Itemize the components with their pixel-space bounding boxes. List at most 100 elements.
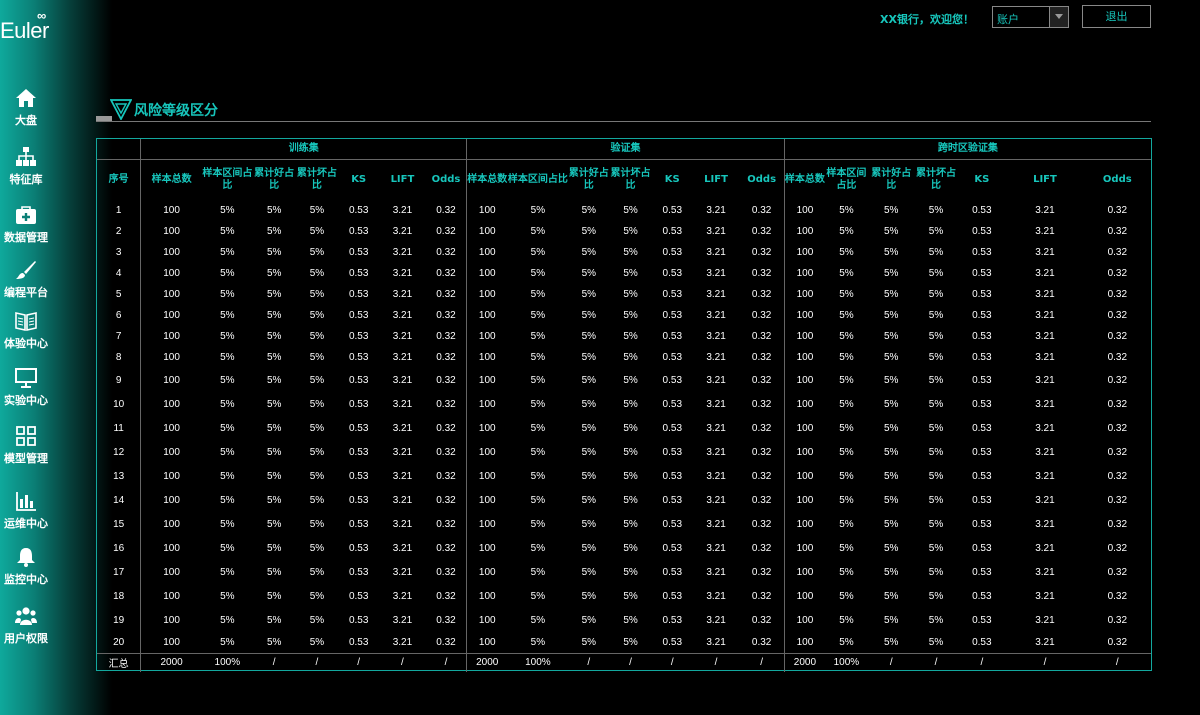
account-select-toggle[interactable] [1049, 7, 1068, 27]
table-cell: 5% [928, 205, 944, 216]
nav-item-data-management[interactable]: 数据管理 [0, 205, 52, 245]
nav-item-dashboard[interactable]: 大盘 [0, 88, 52, 128]
table-cell: 100 [466, 584, 508, 608]
table-cell: 0.32 [751, 566, 772, 578]
app-logo[interactable]: Euler ∞ [0, 8, 60, 44]
table-cell: 100 [466, 536, 508, 560]
nav-item-user-permissions[interactable]: 用户权限 [0, 606, 52, 646]
table-cell: 0.53 [662, 226, 683, 237]
table-cell: 100 [466, 263, 508, 284]
table-cell: 100 [466, 632, 508, 653]
summary-cell: / [568, 652, 610, 672]
table-cell: 3.21 [1035, 446, 1055, 458]
table-cell: 0.32 [436, 352, 456, 363]
table-cell: 100 [783, 488, 826, 512]
table-cell: 100 [783, 263, 826, 284]
table-cell: 3.21 [392, 205, 413, 216]
table-cell: 5% [581, 614, 597, 626]
table-cell: 5% [928, 289, 944, 300]
table-cell: 3.21 [392, 352, 413, 363]
nav-item-ops-center[interactable]: 运维中心 [0, 491, 52, 531]
table-cell: 5% [309, 310, 325, 321]
table-row: 3 100 5% 5% 5% 0.53 3.21 0.32 100 5% 5% 5% 0.53 3.21 0… [97, 242, 1151, 263]
table-cell: 5% [883, 352, 899, 363]
nav-item-feature-library[interactable]: 特征库 [0, 147, 52, 187]
group-header-blank [97, 139, 141, 160]
table-cell: 3.21 [706, 398, 726, 410]
table-cell: 5% [220, 422, 235, 434]
table-cell: 0.32 [436, 422, 456, 434]
table-cell: 100 [466, 512, 508, 536]
table-cell: 0.32 [436, 310, 456, 321]
table-cell: 3.21 [706, 518, 726, 530]
table-cell: 100 [140, 392, 202, 416]
nav-item-monitor-center[interactable]: 监控中心 [0, 547, 52, 587]
table-cell: 5% [928, 422, 944, 434]
table-row: 17 100 5% 5% 5% 0.53 3.21 0.32 100 5% 5% 5% 0.53 3.21… [97, 560, 1151, 584]
table-cell: 0.53 [348, 614, 369, 626]
table-cell: 5% [883, 518, 899, 530]
row-index-cell: 9 [115, 374, 122, 386]
table-cell: 5% [581, 590, 597, 602]
nav-item-model-management[interactable]: 模型管理 [0, 426, 52, 466]
table-cell: 5% [220, 518, 235, 530]
nav-item-lab-center[interactable]: 实验中心 [0, 368, 52, 408]
table-cell: 100 [466, 305, 508, 326]
table-cell: 0.32 [436, 226, 456, 237]
table-cell: 0.32 [436, 518, 456, 530]
table-cell: 5% [309, 352, 325, 363]
summary-cell: / [1083, 652, 1151, 672]
table-cell: 0.32 [1107, 542, 1128, 554]
table-cell: 5% [839, 374, 854, 386]
medkit-icon [16, 206, 36, 224]
table-cell: 0.32 [751, 446, 772, 458]
table-cell: 100 [783, 440, 826, 464]
table-cell: 5% [623, 470, 638, 482]
column-header: 累计坏占比 [296, 167, 337, 191]
nav-item-programming-platform[interactable]: 编程平台 [0, 260, 52, 300]
column-header: 样本区间占比 [507, 173, 568, 185]
table-cell: 5% [581, 331, 597, 342]
table-cell: 3.21 [706, 268, 726, 279]
table-cell: 5% [266, 446, 282, 458]
table-cell: 0.53 [662, 352, 683, 363]
table-cell: 5% [883, 494, 899, 506]
account-select[interactable]: 账户 [992, 6, 1069, 28]
logout-button[interactable]: 退出 [1082, 5, 1151, 28]
table-cell: 0.32 [1107, 331, 1128, 342]
table-cell: 5% [266, 226, 282, 237]
welcome-text: XX银行，欢迎您！ [880, 13, 974, 26]
table-cell: 0.53 [972, 566, 992, 578]
table-cell: 5% [309, 422, 325, 434]
table-cell: 5% [220, 636, 235, 648]
table-cell: 5% [581, 352, 597, 363]
table-cell: 0.53 [348, 226, 369, 237]
summary-cell: / [609, 652, 652, 672]
table-cell: 100 [466, 200, 508, 221]
table-cell: 3.21 [1035, 205, 1055, 216]
table-cell: 100 [783, 326, 826, 347]
summary-cell: / [1006, 652, 1084, 672]
table-cell: 5% [530, 205, 546, 216]
table-cell: 0.53 [972, 494, 992, 506]
table-cell: 3.21 [706, 590, 726, 602]
table-cell: 5% [581, 446, 597, 458]
table-cell: 5% [883, 470, 899, 482]
table-cell: 100 [466, 221, 508, 242]
table-cell: 0.53 [662, 494, 683, 506]
table-cell: 0.32 [1107, 247, 1128, 258]
table-cell: 5% [581, 636, 597, 648]
table-cell: 5% [581, 268, 597, 279]
monitor-icon [15, 368, 37, 388]
table-cell: 5% [883, 310, 899, 321]
table-cell: 100 [466, 392, 508, 416]
table-cell: 5% [883, 542, 899, 554]
row-index-cell: 6 [115, 310, 122, 321]
table-row: 14 100 5% 5% 5% 0.53 3.21 0.32 100 5% 5% 5% 0.53 3.21… [97, 488, 1151, 512]
column-header: 累计好占比 [568, 167, 609, 191]
table-cell: 100 [140, 464, 202, 488]
nav-item-experience-center[interactable]: 体验中心 [0, 311, 52, 351]
table-cell: 100 [140, 221, 202, 242]
table-cell: 0.53 [348, 247, 369, 258]
table-cell: 3.21 [392, 374, 413, 386]
